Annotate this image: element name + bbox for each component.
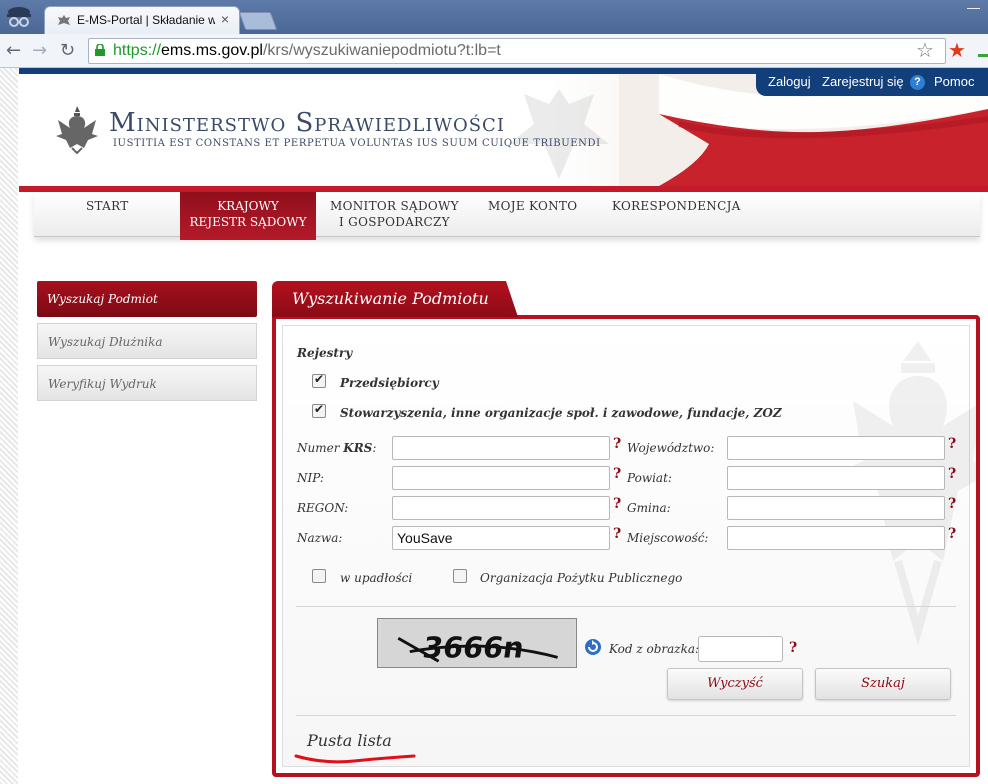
reload-icon[interactable]: ↻ <box>60 40 75 61</box>
nav-krs[interactable]: KRAJOWY REJESTR SĄDOWY <box>180 192 316 240</box>
opp-checkbox[interactable] <box>453 569 467 583</box>
url-scheme: https:// <box>113 42 162 59</box>
page-margin-strip <box>0 68 18 784</box>
county-input[interactable] <box>727 466 945 490</box>
nip-input[interactable] <box>392 466 610 490</box>
section-divider <box>296 606 956 607</box>
nip-help-icon[interactable]: ? <box>613 466 621 482</box>
help-icon[interactable]: ? <box>910 75 925 90</box>
menu-icon[interactable] <box>978 46 988 58</box>
captcha-input[interactable] <box>698 636 783 662</box>
search-button[interactable]: Szukaj <box>815 668 951 700</box>
nav-monitor-line1: MONITOR SĄDOWY <box>330 199 459 213</box>
krs-label-suffix: : <box>372 441 377 455</box>
url-text: https://ems.ms.gov.pl/krs/wyszukiwaniepo… <box>113 42 501 60</box>
eagle-watermark-icon <box>509 89 609 179</box>
url-path: /krs/wyszukiwaniepodmiotu?t:lb=t <box>262 42 501 59</box>
help-link[interactable]: Pomoc <box>934 74 974 89</box>
results-divider <box>296 715 956 716</box>
regon-input[interactable] <box>392 496 610 520</box>
captcha-help-icon[interactable]: ? <box>789 640 797 656</box>
opp-label: Organizacja Pożytku Publicznego <box>480 571 683 585</box>
clear-button[interactable]: Wyczyść <box>667 668 803 700</box>
locality-help-icon[interactable]: ? <box>948 526 956 542</box>
krs-label-bold: KRS <box>343 441 373 455</box>
name-help-icon[interactable]: ? <box>613 526 621 542</box>
login-link[interactable]: Zaloguj <box>768 74 811 89</box>
locality-label: Miejscowość: <box>627 531 709 545</box>
krs-label-prefix: Numer <box>297 441 344 455</box>
user-bar: Zaloguj Zarejestruj się ? Pomoc <box>756 68 988 96</box>
refresh-captcha-icon[interactable] <box>584 638 602 656</box>
entrepreneurs-label: Przedsiębiorcy <box>340 376 439 390</box>
main-navigation: START KRAJOWY REJESTR SĄDOWY MONITOR SĄD… <box>34 192 980 240</box>
voivodeship-label: Województwo: <box>627 441 715 455</box>
nav-correspondence[interactable]: KORESPONDENCJA <box>612 198 741 214</box>
forward-arrow-icon[interactable]: → <box>32 40 47 61</box>
bankruptcy-label: w upadłości <box>340 571 413 585</box>
krs-label: Numer KRS: <box>297 441 376 455</box>
minimize-button[interactable]: — <box>940 0 980 18</box>
associations-checkbox[interactable] <box>312 402 326 418</box>
entrepreneurs-checkbox[interactable] <box>312 372 326 388</box>
sidebar-item-verify-printout[interactable]: Weryfikuj Wydruk <box>37 365 257 401</box>
commune-label: Gmina: <box>627 501 671 515</box>
krs-help-icon[interactable]: ? <box>613 436 621 452</box>
empty-list-text: Pusta lista <box>307 731 392 750</box>
locality-input[interactable] <box>727 526 945 550</box>
name-label: Nazwa: <box>297 531 343 545</box>
registers-heading: Rejestry <box>297 346 353 360</box>
county-label: Powiat: <box>627 471 672 485</box>
nav-krs-line2: REJESTR SĄDOWY <box>189 215 307 229</box>
regon-label: REGON: <box>297 501 349 515</box>
panel-tab: Wyszukiwanie Podmiotu <box>272 281 518 317</box>
browser-tab[interactable]: E-MS-Portal | Składanie wnio × <box>44 6 240 34</box>
red-handwritten-underline <box>294 754 416 764</box>
emblem-favicon-icon <box>58 15 70 25</box>
regon-help-icon[interactable]: ? <box>613 496 621 512</box>
nip-label: NIP: <box>297 471 324 485</box>
ministry-motto: IUSTITIA EST CONSTANS ET PERPETUA VOLUNT… <box>113 138 601 149</box>
commune-help-icon[interactable]: ? <box>948 496 956 512</box>
name-input[interactable] <box>392 526 610 550</box>
bankruptcy-checkbox[interactable] <box>312 569 326 583</box>
county-help-icon[interactable]: ? <box>948 466 956 482</box>
associations-label: Stowarzyszenia, inne organizacje społ. i… <box>340 406 782 420</box>
captcha-image: 3666n <box>377 618 577 668</box>
krs-input[interactable] <box>392 436 610 460</box>
ministry-title: Ministerstwo Sprawiedliwości <box>109 108 505 138</box>
captcha-label: Kod z obrazka: <box>609 642 700 656</box>
commune-input[interactable] <box>727 496 945 520</box>
nav-start[interactable]: START <box>86 198 129 214</box>
incognito-icon <box>7 7 31 27</box>
tab-title: E-MS-Portal | Składanie wnio <box>77 13 215 27</box>
voivodeship-help-icon[interactable]: ? <box>948 436 956 452</box>
sidebar-item-search-entity[interactable]: Wyszukaj Podmiot <box>37 281 257 317</box>
url-domain: ems.ms.gov.pl <box>161 42 263 59</box>
voivodeship-input[interactable] <box>727 436 945 460</box>
back-arrow-icon[interactable]: ← <box>6 40 21 61</box>
panel-title: Wyszukiwanie Podmiotu <box>292 289 489 308</box>
tab-close-icon[interactable]: × <box>221 11 229 27</box>
nav-monitor[interactable]: MONITOR SĄDOWY I GOSPODARCZY <box>330 198 459 230</box>
nav-monitor-line2: I GOSPODARCZY <box>339 215 450 229</box>
extension-icon[interactable]: ★ <box>948 38 966 62</box>
browser-tab-bar: E-MS-Portal | Składanie wnio × — <box>0 0 988 34</box>
address-bar[interactable]: https://ems.ms.gov.pl/krs/wyszukiwaniepo… <box>88 38 946 64</box>
lock-icon <box>95 44 105 56</box>
new-tab-button[interactable] <box>238 12 278 30</box>
nav-krs-line1: KRAJOWY <box>217 199 279 213</box>
register-link[interactable]: Zarejestruj się <box>822 74 904 89</box>
nav-account[interactable]: MOJE KONTO <box>488 198 577 214</box>
sidebar-item-search-debtor[interactable]: Wyszukaj Dłużnika <box>37 323 257 359</box>
eagle-emblem-icon <box>56 106 98 154</box>
bookmark-star-icon[interactable]: ☆ <box>916 38 934 62</box>
